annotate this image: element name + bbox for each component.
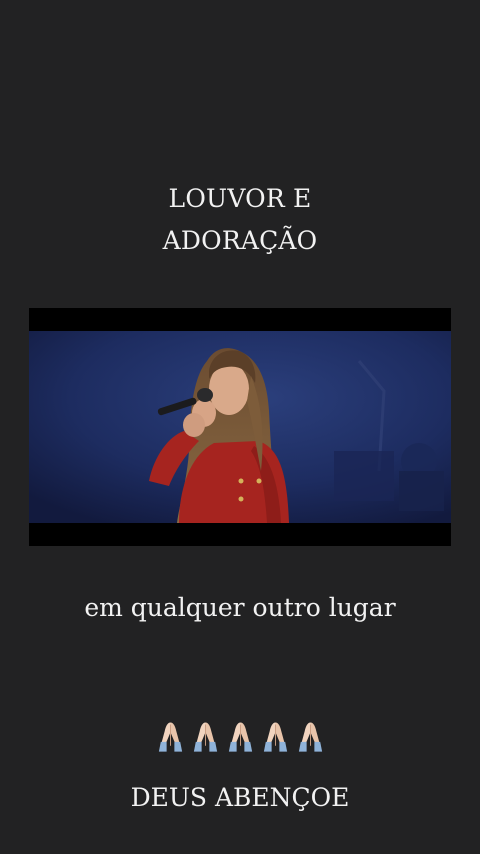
- folded-hands-icon: [228, 722, 252, 752]
- folded-hands-icon: [158, 722, 182, 752]
- title-line-1: LOUVOR E: [168, 184, 312, 213]
- story-title: LOUVOR E ADORAÇÃO: [0, 178, 480, 262]
- folded-hands-icon: [193, 722, 217, 752]
- prayer-emoji-row: [0, 718, 480, 758]
- story-caption: em qualquer outro lugar: [84, 593, 396, 622]
- title-line-2: ADORAÇÃO: [162, 226, 318, 255]
- blessing-text: DEUS ABENÇOE: [130, 783, 350, 812]
- story-page: LOUVOR E ADORAÇÃO em qualquer outro luga…: [0, 0, 480, 854]
- folded-hands-icon: [298, 722, 322, 752]
- folded-hands-icon: [263, 722, 287, 752]
- video-frame: [29, 331, 451, 523]
- video-player[interactable]: [29, 308, 451, 546]
- singer-video-still: [29, 331, 451, 523]
